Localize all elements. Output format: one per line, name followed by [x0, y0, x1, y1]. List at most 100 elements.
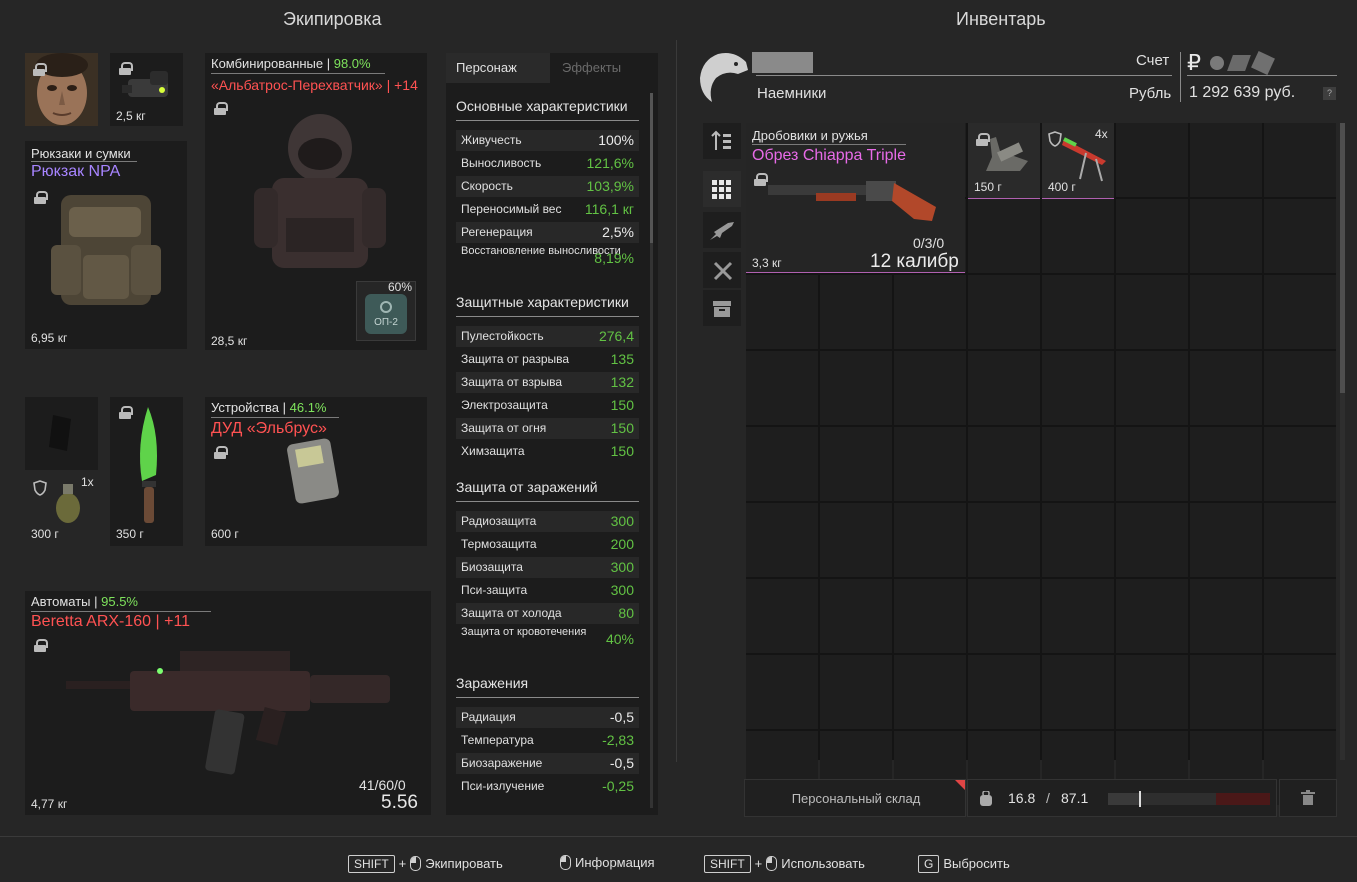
- grid-cell[interactable]: [1264, 579, 1336, 653]
- tab-character[interactable]: Персонаж: [446, 53, 550, 83]
- grid-cell[interactable]: [1116, 275, 1188, 349]
- grid-cell[interactable]: [1042, 275, 1114, 349]
- grid-cell[interactable]: [820, 351, 892, 425]
- grid-cell[interactable]: [1116, 503, 1188, 577]
- grid-cell[interactable]: [820, 503, 892, 577]
- grid-cell[interactable]: [968, 275, 1040, 349]
- stat-label: Переносимый вес: [461, 202, 562, 216]
- grid-cell[interactable]: [746, 503, 818, 577]
- grenade-slot[interactable]: 1x 300 г: [25, 472, 98, 546]
- grid-cell[interactable]: [746, 655, 818, 729]
- grid-cell[interactable]: [968, 427, 1040, 501]
- grid-cell[interactable]: [1190, 199, 1262, 273]
- grid-cell[interactable]: [746, 351, 818, 425]
- grid-cell[interactable]: [894, 427, 966, 501]
- inventory-grid[interactable]: Дробовики и ружья Обрез Chiappa Triple 0…: [746, 123, 1336, 805]
- grid-cell[interactable]: [1116, 351, 1188, 425]
- grid-cell[interactable]: [1042, 579, 1114, 653]
- stat-row: Живучесть 100%: [456, 130, 639, 151]
- stat-row: Пси-защита 300: [456, 580, 639, 601]
- divider: [456, 501, 639, 502]
- grid-cell[interactable]: [1190, 579, 1262, 653]
- rifle-slot[interactable]: Автоматы | 95.5% Beretta ARX-160 | +11 4…: [25, 591, 431, 815]
- inventory-item-kit[interactable]: 150 г: [968, 123, 1040, 199]
- stat-row: Температура -2,83: [456, 730, 639, 751]
- grid-cell[interactable]: [1264, 427, 1336, 501]
- stat-label: Радиозащита: [461, 514, 537, 528]
- device-slot[interactable]: Устройства | 46.1% ДУД «Эльбрус» 600 г: [205, 397, 427, 546]
- grid-cell[interactable]: [1264, 275, 1336, 349]
- grid-cell[interactable]: [820, 275, 892, 349]
- grid-cell[interactable]: [1190, 123, 1262, 197]
- grid-cell[interactable]: [746, 275, 818, 349]
- grid-cell[interactable]: [1116, 427, 1188, 501]
- grid-cell[interactable]: [1190, 655, 1262, 729]
- grid-cell[interactable]: [1264, 351, 1336, 425]
- grid-cell[interactable]: [1116, 199, 1188, 273]
- grid-cell[interactable]: [968, 655, 1040, 729]
- grid-cell[interactable]: [1042, 655, 1114, 729]
- face-slot[interactable]: [25, 53, 98, 126]
- grid-cell[interactable]: [1264, 503, 1336, 577]
- tab-effects[interactable]: Эффекты: [552, 53, 658, 83]
- filter-misc-tab[interactable]: [703, 290, 741, 326]
- weight-sep: /: [1046, 790, 1050, 806]
- grid-cell[interactable]: [894, 275, 966, 349]
- grid-cell[interactable]: [1042, 427, 1114, 501]
- sort-button[interactable]: [703, 123, 741, 159]
- artifact-slot[interactable]: [25, 397, 98, 470]
- kit-weight: 150 г: [974, 180, 1002, 194]
- grid-cell[interactable]: [894, 655, 966, 729]
- grid-cell[interactable]: [968, 503, 1040, 577]
- grid-cell[interactable]: [1116, 123, 1188, 197]
- backpack-slot[interactable]: Рюкзаки и сумки Рюкзак NPA 6,95 кг: [25, 141, 187, 349]
- shotgun-ammo: 0/3/0: [913, 235, 945, 251]
- grid-cell[interactable]: [894, 351, 966, 425]
- grid-cell[interactable]: [1190, 427, 1262, 501]
- help-button[interactable]: ?: [1323, 87, 1336, 100]
- panel-divider: [676, 40, 677, 762]
- grid-cell[interactable]: [1042, 351, 1114, 425]
- grid-cell[interactable]: [968, 351, 1040, 425]
- grid-cell[interactable]: [746, 427, 818, 501]
- grid-scrollbar[interactable]: [1340, 123, 1345, 760]
- injector-weight: 400 г: [1048, 180, 1076, 194]
- grid-cell[interactable]: [968, 199, 1040, 273]
- filter-weapons-tab[interactable]: [703, 212, 741, 248]
- knife-slot[interactable]: 350 г: [110, 397, 183, 546]
- grid-cell[interactable]: [1116, 655, 1188, 729]
- grid-cell[interactable]: [820, 427, 892, 501]
- coin-icon[interactable]: [1210, 56, 1224, 70]
- grid-cell[interactable]: [1042, 199, 1114, 273]
- grid-cell[interactable]: [1190, 351, 1262, 425]
- grid-cell[interactable]: [1264, 199, 1336, 273]
- grid-cell[interactable]: [968, 579, 1040, 653]
- grid-cell[interactable]: [1190, 275, 1262, 349]
- grid-cell[interactable]: [1264, 123, 1336, 197]
- grid-cell[interactable]: [894, 579, 966, 653]
- stat-label: Защита от разрыва: [461, 352, 570, 366]
- grid-cell[interactable]: [820, 655, 892, 729]
- ruble-icon[interactable]: ₽: [1187, 50, 1201, 76]
- voucher-icon[interactable]: [1251, 51, 1275, 75]
- stat-row: Пси-излучение -0,25: [456, 776, 639, 797]
- grid-cell[interactable]: [1042, 503, 1114, 577]
- trash-button[interactable]: [1279, 779, 1337, 817]
- token-icon[interactable]: [1227, 55, 1251, 71]
- filter-all-tab[interactable]: [703, 171, 741, 207]
- grid-cell[interactable]: [820, 579, 892, 653]
- device-category: Устройства | 46.1%: [211, 400, 327, 415]
- grid-cell[interactable]: [1190, 503, 1262, 577]
- grid-cell[interactable]: [1264, 655, 1336, 729]
- grid-cell[interactable]: [746, 579, 818, 653]
- nvd-slot[interactable]: 2,5 кг: [110, 53, 183, 126]
- stats-scrollbar[interactable]: [650, 93, 653, 808]
- armor-slot[interactable]: Комбинированные | 98.0% «Альбатрос-Перех…: [205, 53, 427, 350]
- grid-cell[interactable]: [1116, 579, 1188, 653]
- filter-tools-tab[interactable]: [703, 252, 741, 288]
- grid-cell[interactable]: [894, 503, 966, 577]
- inventory-item-injector[interactable]: 4x 400 г: [1042, 123, 1114, 199]
- hint-drop: G Выбросить: [918, 855, 1010, 873]
- inventory-item-shotgun[interactable]: Дробовики и ружья Обрез Chiappa Triple 0…: [746, 123, 965, 273]
- storage-button[interactable]: Персональный склад: [744, 779, 966, 817]
